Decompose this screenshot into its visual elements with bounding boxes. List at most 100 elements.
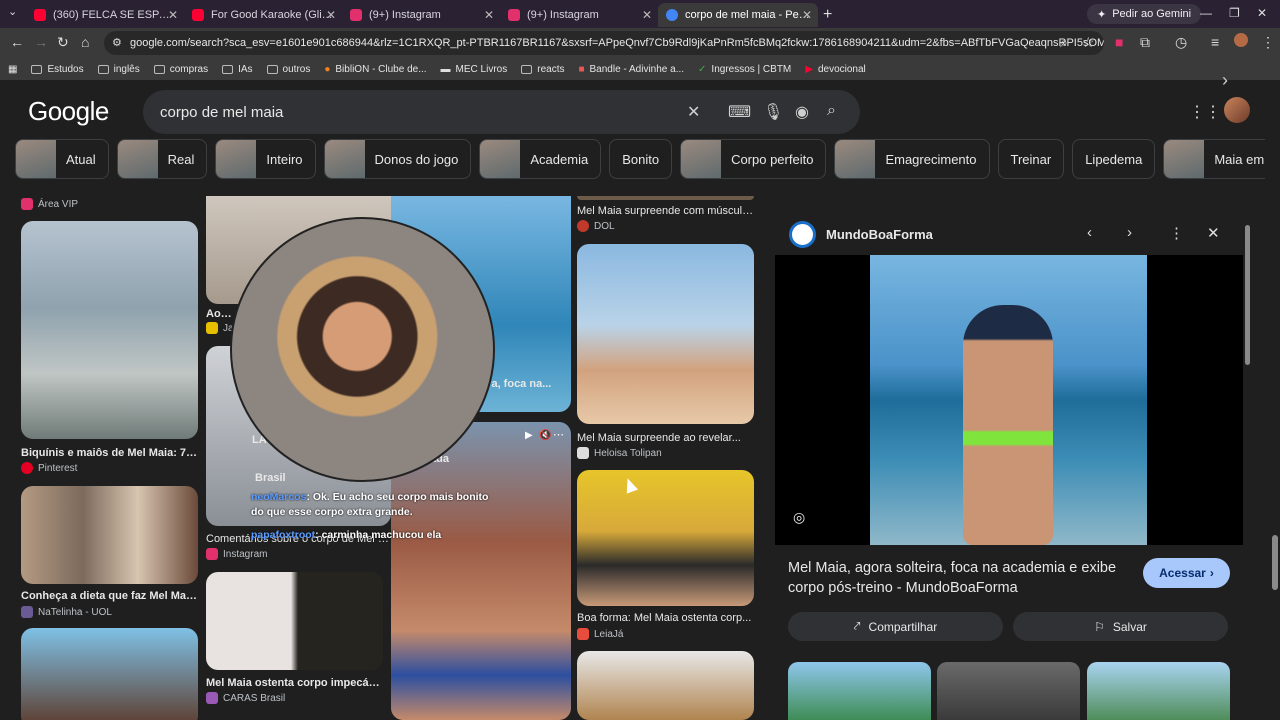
save-button[interactable]: ⚐ Salvar	[1013, 612, 1228, 641]
result-source[interactable]: Instagram	[206, 548, 267, 560]
visit-button[interactable]: Acessar ›	[1143, 558, 1230, 588]
chip-emagrecimento[interactable]: Emagrecimento	[834, 139, 990, 179]
zoom-icon[interactable]: ⌕	[1060, 34, 1068, 51]
bookmark-bandle[interactable]: ■ Bandle - Adivinhe a...	[578, 64, 684, 75]
profile-avatar[interactable]	[1234, 33, 1248, 47]
tab-youtube-2[interactable]: For Good Karaoke (Glinda Part ✕	[184, 3, 342, 27]
chip-inteiro[interactable]: Inteiro	[215, 139, 316, 179]
result-image[interactable]	[21, 221, 198, 439]
restore-icon[interactable]: ❐	[1229, 6, 1240, 20]
result-source[interactable]: Heloisa Tolipan	[577, 447, 662, 459]
forward-icon[interactable]: →	[34, 34, 48, 50]
chip-donos-do-jogo[interactable]: Donos do jogo	[323, 139, 472, 179]
bookmark-devocional[interactable]: ▶ devocional	[805, 64, 866, 75]
clear-icon[interactable]: ✕	[687, 102, 700, 122]
close-icon[interactable]: ✕	[484, 8, 494, 22]
extensions-puzzle-icon[interactable]: ⧉	[1140, 34, 1150, 51]
result-image[interactable]	[577, 196, 754, 200]
result-source[interactable]: Ja	[206, 322, 234, 334]
result-image[interactable]	[21, 486, 198, 584]
camera-search-icon[interactable]: ◉	[795, 102, 809, 122]
tab-instagram-2[interactable]: (9+) Instagram ✕	[500, 3, 658, 27]
bookmark-ias[interactable]: IAs	[222, 64, 253, 75]
mute-icon[interactable]: 🔇	[539, 430, 551, 441]
close-icon[interactable]: ✕	[642, 8, 652, 22]
search-box[interactable]: corpo de mel maia ✕ ⌨ 🎙 ◉ ⌕	[143, 90, 860, 134]
menu-kebab-icon[interactable]: ⋮	[1261, 34, 1275, 51]
result-title[interactable]: eira, foca na...	[478, 378, 568, 390]
bookmark-reacts[interactable]: reacts	[521, 64, 564, 75]
media-icon[interactable]: ≡	[1211, 34, 1219, 50]
share-button[interactable]: ⤤ Compartilhar	[788, 612, 1003, 641]
bookmark-biblion[interactable]: ● BibliON - Clube de...	[324, 64, 426, 75]
chip-treinar[interactable]: Treinar	[997, 139, 1065, 179]
result-title[interactable]: Boa forma: Mel Maia ostenta corp...	[577, 612, 754, 624]
tab-search-icon[interactable]: ⌄	[8, 5, 17, 18]
close-icon[interactable]: ✕	[326, 8, 336, 22]
result-image[interactable]	[577, 651, 754, 720]
result-image[interactable]	[206, 572, 383, 670]
result-title[interactable]: Conheça a dieta que faz Mel Maia...	[21, 590, 198, 602]
keyboard-icon[interactable]: ⌨	[728, 102, 751, 122]
result-source[interactable]: LeiaJá	[577, 628, 623, 640]
bookmark-estudos[interactable]: Estudos	[31, 64, 84, 75]
result-source[interactable]: Pinterest	[21, 462, 77, 474]
chip-lipedema[interactable]: Lipedema	[1072, 139, 1156, 179]
result-image[interactable]	[21, 628, 198, 720]
apps-grid-icon[interactable]: ▦	[8, 64, 17, 75]
search-input[interactable]: corpo de mel maia	[160, 104, 283, 121]
tab-google-search[interactable]: corpo de mel maia - Pesquisa G ✕	[658, 3, 818, 27]
chip-bonito[interactable]: Bonito	[609, 139, 673, 179]
url-field[interactable]: google.com/search?sca_esv=e1601e901c6869…	[104, 31, 1104, 55]
chip-real[interactable]: Real	[116, 139, 208, 179]
chip-corpo-perfeito[interactable]: Corpo perfeito	[680, 139, 827, 179]
result-title[interactable]: Mel Maia surpreende com músculo...	[577, 205, 754, 217]
close-icon[interactable]: ✕	[802, 8, 812, 22]
site-info-icon[interactable]: ⚙	[112, 36, 122, 49]
more-options-icon[interactable]: ⋮	[1169, 224, 1184, 242]
extension-icon[interactable]: ■	[1115, 34, 1123, 50]
lens-search-icon[interactable]: ◎	[793, 509, 805, 526]
related-image[interactable]	[937, 662, 1080, 720]
chip-academia[interactable]: Academia	[479, 139, 602, 179]
play-icon[interactable]: ▶	[525, 430, 533, 441]
search-icon[interactable]: ⌕	[827, 102, 836, 120]
preview-headline[interactable]: Mel Maia, agora solteira, foca na academ…	[788, 558, 1138, 598]
reload-icon[interactable]: ↻	[57, 34, 69, 51]
close-icon[interactable]: ✕	[168, 8, 178, 22]
bookmark-compras[interactable]: compras	[153, 64, 208, 75]
chevron-right-icon[interactable]: ›	[1222, 70, 1228, 91]
result-title[interactable]: Aos 15	[206, 308, 236, 320]
home-icon[interactable]: ⌂	[81, 34, 89, 50]
result-image[interactable]	[577, 244, 754, 424]
back-icon[interactable]: ←	[10, 34, 24, 50]
ask-gemini-button[interactable]: ✦ Pedir ao Gemini	[1087, 4, 1202, 24]
bookmark-outros[interactable]: outros	[266, 64, 310, 75]
page-scrollbar[interactable]	[1272, 535, 1278, 590]
result-source[interactable]: CARAS Brasil	[206, 692, 285, 704]
bookmark-ingressos[interactable]: ✓ Ingressos | CBTM	[698, 64, 791, 75]
microphone-icon[interactable]: 🎙	[763, 102, 783, 122]
account-avatar[interactable]	[1224, 97, 1250, 123]
bookmark-mec-livros[interactable]: ▬ MEC Livros	[441, 64, 508, 75]
result-title[interactable]: Mel Maia ostenta corpo impecável...	[206, 677, 383, 689]
history-icon[interactable]: ◷	[1175, 34, 1187, 51]
related-image[interactable]	[1087, 662, 1230, 720]
chevron-left-icon[interactable]: ‹	[1087, 224, 1092, 241]
result-source[interactable]: NaTelinha - UOL	[21, 606, 112, 618]
result-title[interactable]: Biquínis e maiôs de Mel Maia: 7 qu...	[21, 447, 198, 459]
more-icon[interactable]: ⋯	[553, 428, 564, 441]
preview-site-name[interactable]: MundoBoaForma	[826, 227, 933, 242]
result-source[interactable]: DOL	[577, 220, 615, 232]
result-source[interactable]: Área VIP	[21, 198, 78, 210]
new-tab-button[interactable]: +	[823, 6, 832, 24]
preview-image[interactable]	[870, 255, 1147, 545]
panel-scrollbar[interactable]	[1245, 225, 1250, 365]
tab-youtube-1[interactable]: (360) FELCA SE ESPANTOU COM ✕	[26, 3, 184, 27]
chip-atual[interactable]: Atual	[15, 139, 109, 179]
google-logo[interactable]: Google	[28, 96, 109, 127]
chevron-right-icon[interactable]: ›	[1127, 224, 1132, 241]
result-image[interactable]	[577, 470, 754, 606]
bookmark-ingles[interactable]: inglês	[97, 64, 140, 75]
close-window-icon[interactable]: ✕	[1257, 6, 1267, 20]
